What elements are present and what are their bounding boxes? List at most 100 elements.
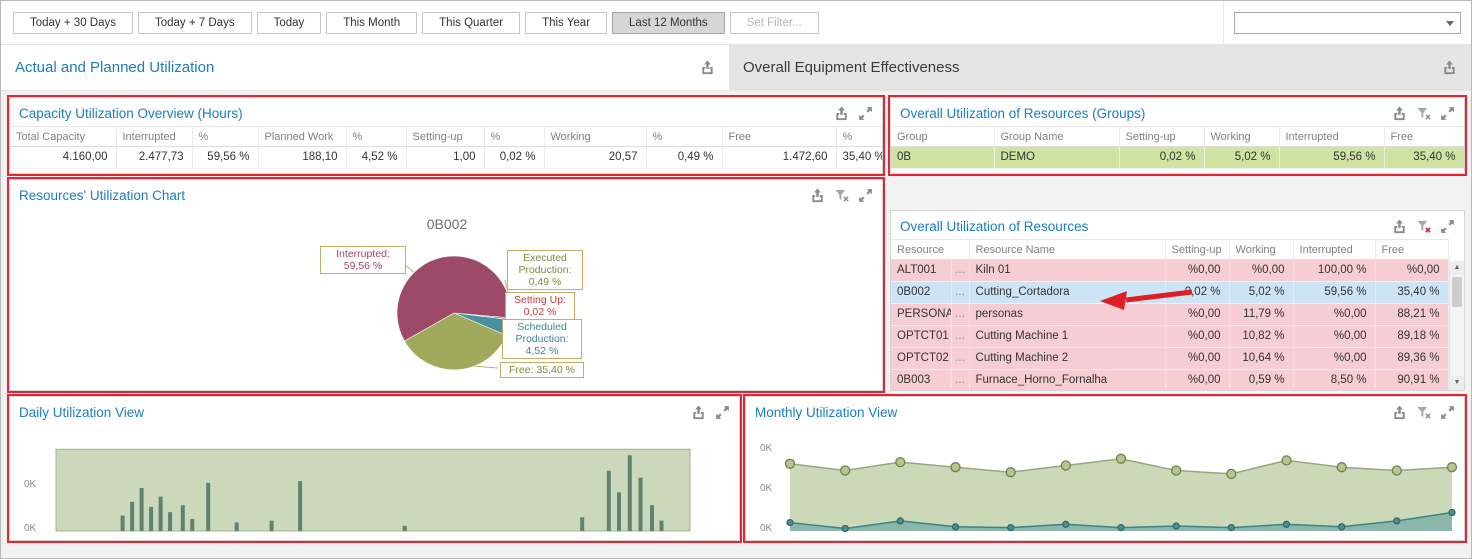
expand-icon[interactable] <box>1440 106 1455 121</box>
pie-label-interrupted: Interrupted: 59,56 % <box>320 246 406 274</box>
column-header[interactable]: Working <box>1204 127 1279 147</box>
column-header[interactable]: % <box>484 127 544 147</box>
export-icon[interactable] <box>1392 219 1407 234</box>
cell: 35,40 % <box>1384 147 1464 169</box>
cell: %0,00 <box>1229 260 1293 282</box>
expand-icon[interactable] <box>858 188 873 203</box>
table-row[interactable]: 0B003 ... Furnace_Horno_Fornalha %0,00 0… <box>891 370 1448 392</box>
resources-table: Resource Resource Name Setting-up Workin… <box>891 239 1449 391</box>
cell: 35,40 % <box>1375 282 1448 304</box>
panel-title: Capacity Utilization Overview (Hours) <box>19 106 243 121</box>
export-icon[interactable] <box>1392 405 1407 420</box>
range-last-12-months-button[interactable]: Last 12 Months <box>612 12 725 34</box>
export-icon[interactable] <box>1392 106 1407 121</box>
export-icon[interactable] <box>691 405 706 420</box>
ellipsis-button[interactable]: ... <box>951 304 969 326</box>
column-header[interactable]: Setting-up <box>1165 240 1229 260</box>
cell: 88,21 % <box>1375 304 1448 326</box>
expand-icon[interactable] <box>1440 219 1455 234</box>
ellipsis-button[interactable]: ... <box>951 326 969 348</box>
table-row[interactable]: 0B DEMO 0,02 % 5,02 % 59,56 % 35,40 % <box>891 147 1464 169</box>
clear-filter-icon[interactable] <box>1416 219 1431 234</box>
expand-icon[interactable] <box>715 405 730 420</box>
export-icon[interactable] <box>1442 60 1457 75</box>
column-header[interactable]: % <box>346 127 406 147</box>
set-filter-button[interactable]: Set Filter... <box>730 12 819 34</box>
column-header[interactable]: Resource Name <box>969 240 1165 260</box>
clear-filter-icon[interactable] <box>1416 405 1431 420</box>
header-row: Resource Resource Name Setting-up Workin… <box>891 240 1448 260</box>
cell: 0,49 % <box>646 147 722 169</box>
range-today-button[interactable]: Today <box>257 12 322 34</box>
column-header[interactable]: Free <box>1375 240 1448 260</box>
range-today-plus-7-button[interactable]: Today + 7 Days <box>138 12 252 34</box>
export-icon[interactable] <box>834 106 849 121</box>
table-row[interactable]: PERSONAS ... personas %0,00 11,79 % %0,0… <box>891 304 1448 326</box>
ellipsis-button[interactable]: ... <box>951 260 969 282</box>
column-header[interactable]: % <box>646 127 722 147</box>
filter-dropdown[interactable] <box>1234 12 1461 34</box>
column-header[interactable]: Setting-up <box>406 127 484 147</box>
cell: 5,02 % <box>1204 147 1279 169</box>
capacity-utilization-panel: Capacity Utilization Overview (Hours) To… <box>9 97 883 174</box>
column-header[interactable]: Resource <box>891 240 969 260</box>
export-icon[interactable] <box>810 188 825 203</box>
export-icon[interactable] <box>700 60 715 75</box>
vertical-scrollbar[interactable]: ▲ ▼ <box>1449 261 1464 390</box>
table-row[interactable]: OPTCT01 ... Cutting Machine 1 %0,00 10,8… <box>891 326 1448 348</box>
cell: 0,02 % <box>484 147 544 169</box>
cell: 8,50 % <box>1293 370 1375 392</box>
table-row[interactable]: 4.160,00 2.477,73 59,56 % 188,10 4,52 % … <box>10 147 882 169</box>
cell: 0,02 % <box>1165 282 1229 304</box>
cell: 5,02 % <box>1229 282 1293 304</box>
expand-icon[interactable] <box>858 106 873 121</box>
column-header[interactable]: Group <box>891 127 994 147</box>
column-header[interactable]: Setting-up <box>1119 127 1204 147</box>
pie-chart[interactable] <box>10 180 882 390</box>
column-header[interactable]: Planned Work <box>258 127 346 147</box>
column-header[interactable]: Interrupted <box>1279 127 1384 147</box>
ellipsis-button[interactable]: ... <box>951 348 969 370</box>
range-this-quarter-button[interactable]: This Quarter <box>422 12 520 34</box>
column-header[interactable]: % <box>192 127 258 147</box>
column-header[interactable]: Free <box>722 127 836 147</box>
clear-filter-icon[interactable] <box>1416 106 1431 121</box>
table-row-selected[interactable]: 0B002 ... Cutting_Cortadora 0,02 % 5,02 … <box>891 282 1448 304</box>
cell: 0,02 % <box>1119 147 1204 169</box>
range-this-month-button[interactable]: This Month <box>326 12 417 34</box>
pie-label-setting-up: Setting Up: 0,02 % <box>505 292 575 320</box>
expand-icon[interactable] <box>1440 405 1455 420</box>
ellipsis-button[interactable]: ... <box>951 370 969 392</box>
range-this-year-button[interactable]: This Year <box>525 12 607 34</box>
scrollbar-track[interactable] <box>1450 275 1464 376</box>
scroll-up-button[interactable]: ▲ <box>1450 261 1464 275</box>
column-header[interactable]: Interrupted <box>1293 240 1375 260</box>
scroll-down-button[interactable]: ▼ <box>1450 376 1464 390</box>
cell: %0,00 <box>1375 260 1448 282</box>
scrollbar-thumb[interactable] <box>1452 277 1462 307</box>
column-header[interactable]: Free <box>1384 127 1464 147</box>
column-header[interactable]: Working <box>1229 240 1293 260</box>
cell: OPTCT02 <box>891 348 951 370</box>
cell: Cutting Machine 2 <box>969 348 1165 370</box>
tab-overall-equipment-effectiveness[interactable]: Overall Equipment Effectiveness <box>729 45 1471 90</box>
label-line: 0,49 % <box>511 276 579 288</box>
clear-filter-icon[interactable] <box>834 188 849 203</box>
tab-actual-planned-utilization[interactable]: Actual and Planned Utilization <box>1 45 729 90</box>
ellipsis-button[interactable]: ... <box>951 282 969 304</box>
monthly-area-chart <box>752 433 1462 539</box>
column-header[interactable]: Group Name <box>994 127 1119 147</box>
table-row[interactable]: ALT001 ... Kiln 01 %0,00 %0,00 100,00 % … <box>891 260 1448 282</box>
cell: 11,79 % <box>1229 304 1293 326</box>
column-header[interactable]: % <box>836 127 882 147</box>
column-header[interactable]: Total Capacity <box>10 127 116 147</box>
chevron-down-icon <box>1446 21 1454 26</box>
y-axis-label: 0K <box>24 523 36 534</box>
cell: %0,00 <box>1165 370 1229 392</box>
column-header[interactable]: Working <box>544 127 646 147</box>
table-row[interactable]: OPTCT02 ... Cutting Machine 2 %0,00 10,6… <box>891 348 1448 370</box>
cell: DEMO <box>994 147 1119 169</box>
tab-title: Actual and Planned Utilization <box>15 59 214 76</box>
range-today-plus-30-button[interactable]: Today + 30 Days <box>13 12 133 34</box>
column-header[interactable]: Interrupted <box>116 127 192 147</box>
